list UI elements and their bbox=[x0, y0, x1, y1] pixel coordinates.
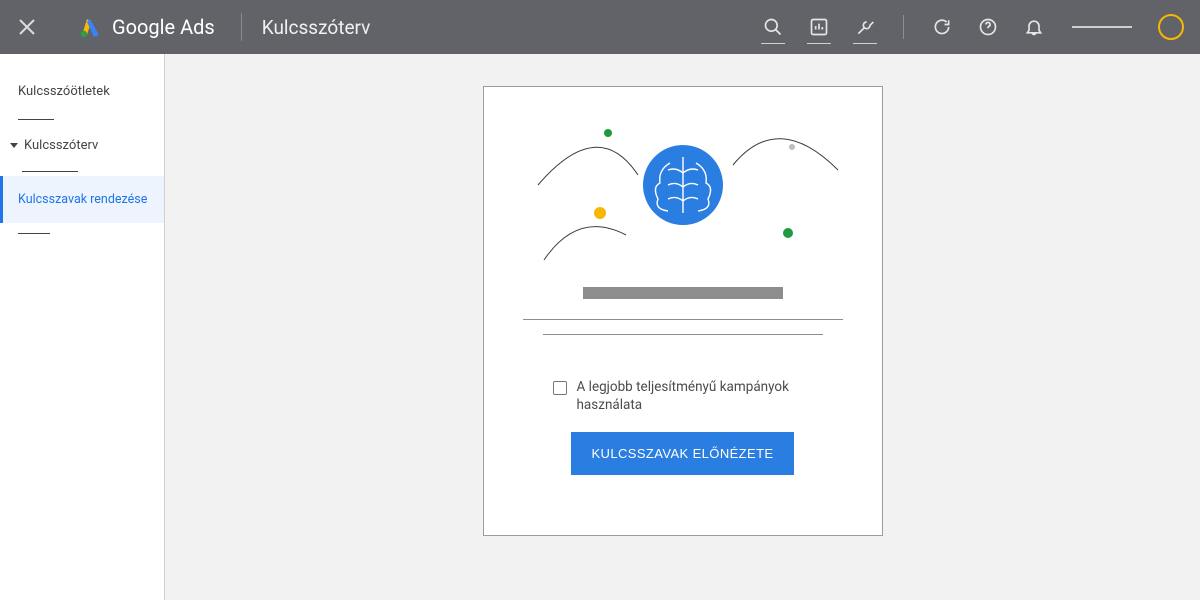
text-placeholder bbox=[543, 334, 823, 335]
app-header: Google Ads Kulcsszóterv bbox=[0, 0, 1200, 54]
divider bbox=[18, 119, 54, 120]
page-title: Kulcsszóterv bbox=[262, 16, 371, 39]
checkbox-row: A legjobb teljesítményű kampányok haszná… bbox=[553, 379, 813, 414]
notifications-icon[interactable] bbox=[1020, 10, 1048, 44]
refresh-icon[interactable] bbox=[928, 10, 956, 44]
divider bbox=[903, 15, 904, 39]
divider bbox=[241, 13, 242, 41]
main-content: A legjobb teljesítményű kampányok haszná… bbox=[165, 54, 1200, 600]
preview-keywords-button[interactable]: KULCSSZAVAK ELŐNÉZETE bbox=[571, 432, 793, 475]
divider bbox=[22, 171, 78, 172]
tools-icon[interactable] bbox=[851, 10, 879, 44]
onboarding-card: A legjobb teljesítményű kampányok haszná… bbox=[483, 86, 883, 536]
close-icon[interactable] bbox=[16, 16, 38, 38]
search-icon[interactable] bbox=[759, 10, 787, 44]
sidebar-item-keyword-ideas[interactable]: Kulcsszóötletek bbox=[0, 68, 164, 115]
divider bbox=[18, 233, 50, 234]
heading-placeholder bbox=[583, 287, 783, 299]
brain-illustration-icon bbox=[518, 115, 848, 265]
sidebar: Kulcsszóötletek Kulcsszóterv Kulcsszavak… bbox=[0, 54, 165, 600]
chevron-down-icon bbox=[10, 143, 18, 148]
sidebar-item-keyword-plan[interactable]: Kulcsszóterv bbox=[0, 124, 164, 167]
text-placeholder bbox=[523, 319, 843, 320]
checkbox-label: A legjobb teljesítményű kampányok haszná… bbox=[577, 379, 813, 414]
sidebar-item-label: Kulcsszóterv bbox=[24, 138, 98, 153]
help-icon[interactable] bbox=[974, 10, 1002, 44]
avatar[interactable] bbox=[1158, 14, 1184, 40]
google-ads-logo-icon bbox=[78, 15, 102, 39]
account-placeholder[interactable] bbox=[1072, 26, 1132, 28]
product-name: Google Ads bbox=[112, 15, 215, 39]
reports-icon[interactable] bbox=[805, 10, 833, 44]
header-actions bbox=[759, 10, 1184, 44]
sidebar-item-organize-keywords[interactable]: Kulcsszavak rendezése bbox=[0, 176, 164, 223]
use-top-campaigns-checkbox[interactable] bbox=[553, 381, 567, 395]
